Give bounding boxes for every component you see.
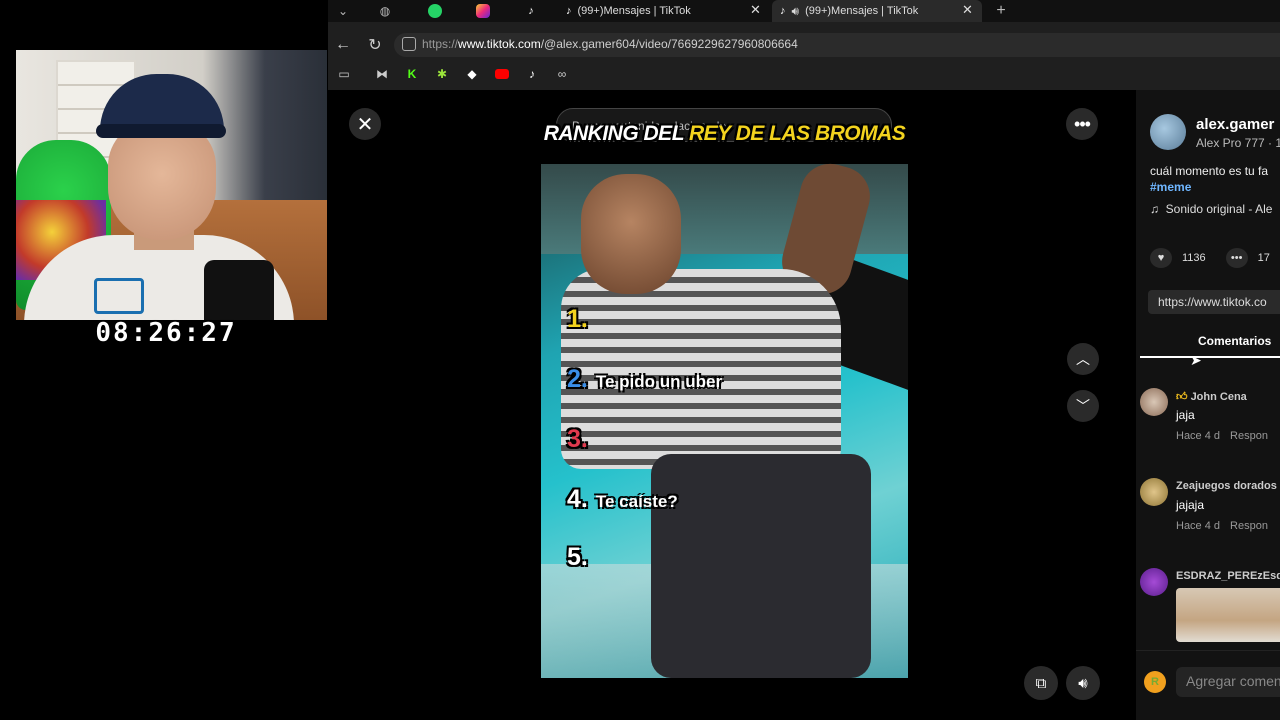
close-tab-icon[interactable]: ✕ — [962, 2, 973, 18]
video-description: cuál momento es tu fa — [1150, 164, 1269, 178]
url-text: https://www.tiktok.com/@alex.gamer604/vi… — [422, 37, 798, 51]
close-icon[interactable]: ✕ — [349, 108, 381, 140]
avatar[interactable] — [1150, 114, 1186, 150]
pinned-tab-tiktok[interactable]: ♪ — [522, 2, 540, 20]
tiktok-icon: ♪ — [780, 5, 786, 17]
bookmark-icon[interactable]: ✱ — [434, 66, 450, 82]
bookmark-icon[interactable]: ◆ — [464, 66, 480, 82]
bookmark-icon[interactable]: ▭ — [336, 66, 352, 82]
comments-count: 17 — [1257, 252, 1270, 264]
close-tab-icon[interactable]: ✕ — [750, 2, 761, 18]
globe-icon[interactable]: ◍ — [376, 2, 394, 20]
reload-icon[interactable]: ↻ — [365, 35, 385, 55]
add-comment-input[interactable]: Agregar comen — [1176, 667, 1280, 697]
tiktok-icon: ♪ — [566, 5, 572, 17]
browser-window: ⌄ ◍ ♪ ♪ (99+)Mensajes | TikTok ✕ ♪ 🔊︎ (9… — [328, 0, 1280, 720]
ranking-item: 5. — [567, 543, 588, 571]
bookmark-kick-icon[interactable]: K — [404, 66, 420, 82]
badge-icon: 👍︎ — [1176, 391, 1188, 403]
stream-timer: 08:26:27 — [95, 318, 237, 348]
next-video-icon[interactable]: ﹀ — [1067, 390, 1099, 422]
ranking-item: 2. Te pido un uber — [567, 365, 723, 393]
comment-text: jaja — [1176, 408, 1195, 422]
webcam-video — [16, 50, 327, 320]
volume-icon[interactable]: 🔊︎ — [1066, 666, 1100, 700]
more-options-icon[interactable]: ••• — [1066, 108, 1098, 140]
sound-link[interactable]: ♫ Sonido original - Ale — [1150, 202, 1272, 216]
avatar[interactable] — [1140, 388, 1168, 416]
previous-video-icon[interactable]: ︿ — [1067, 343, 1099, 375]
tab-tiktok-1[interactable]: ♪ (99+)Mensajes | TikTok — [558, 0, 768, 22]
avatar[interactable] — [1140, 568, 1168, 596]
new-tab-icon[interactable]: + — [992, 2, 1010, 20]
avatar[interactable] — [1140, 478, 1168, 506]
bookmark-icon[interactable]: ⧓ — [374, 66, 390, 82]
back-icon[interactable]: ← — [333, 35, 353, 55]
tab-comments[interactable]: Comentarios — [1198, 334, 1271, 348]
video-banner: RANKING DEL REY DE LAS BROMAS — [543, 122, 906, 145]
tab-tiktok-2[interactable]: ♪ 🔊︎ (99+)Mensajes | TikTok — [772, 0, 982, 22]
picture-in-picture-icon[interactable]: ⧉ — [1024, 666, 1058, 700]
speaker-icon[interactable]: 🔊︎ — [792, 4, 800, 19]
music-note-icon: ♫ — [1150, 202, 1159, 216]
comment-text: jajaja — [1176, 498, 1205, 512]
comment-author[interactable]: ESDRAZ_PEREzEsd — [1176, 570, 1280, 582]
comment-author: John Cena — [1190, 391, 1247, 403]
ranking-item: 4. Te caíste? — [567, 485, 678, 513]
mouse-cursor: ➤ — [1190, 352, 1202, 368]
video-frame — [541, 157, 908, 678]
comment-meta: Hace 4 d Respon — [1176, 430, 1268, 442]
bookmark-youtube-icon[interactable] — [494, 66, 510, 82]
streamer-face — [108, 120, 216, 240]
details-panel: alex.gamer Alex Pro 777 · 1 cuál momento… — [1136, 90, 1280, 720]
bookmark-tiktok-icon[interactable]: ♪ — [524, 66, 540, 82]
pinned-tab-instagram[interactable] — [474, 2, 492, 20]
avatar: R — [1144, 671, 1166, 693]
username[interactable]: alex.gamer — [1196, 116, 1274, 133]
screen: 08:26:27 ⌄ ◍ ♪ ♪ (99+)Mensajes | TikTok … — [0, 0, 1280, 720]
copy-link-field[interactable]: https://www.tiktok.co — [1148, 290, 1280, 314]
comment-image[interactable] — [1176, 588, 1280, 642]
reply-link[interactable]: Respon — [1230, 520, 1268, 532]
ranking-item: 1. — [567, 305, 588, 333]
video-player[interactable]: Busca contenido relacionado RANKING DEL … — [541, 92, 908, 718]
bookmarks-bar: ▭ ⧓ K ✱ ◆ ♪ ∞ — [328, 62, 1280, 86]
webcam-overlay: 08:26:27 — [0, 0, 328, 720]
ranking-item: 3. — [567, 425, 588, 453]
comment-author[interactable]: Zeajuegos dorados — [1176, 480, 1277, 492]
comment-icon[interactable]: ••• — [1225, 248, 1248, 268]
likes-count: 1136 — [1182, 252, 1206, 264]
comment-meta: Hace 4 d Respon — [1176, 520, 1268, 532]
tab-bar: ⌄ ◍ ♪ ♪ (99+)Mensajes | TikTok ✕ ♪ 🔊︎ (9… — [328, 0, 1280, 22]
nav-bar: ← ↻ https://www.tiktok.com/@alex.gamer60… — [328, 30, 1280, 60]
nickname: Alex Pro 777 · 1 — [1196, 136, 1280, 150]
microphone — [204, 260, 274, 320]
stats-row: ♥ 1136 ••• 17 — [1150, 248, 1270, 268]
bookmark-icon[interactable]: ∞ — [554, 66, 570, 82]
hashtag-link[interactable]: #meme — [1150, 180, 1191, 194]
tab-list-icon[interactable]: ⌄ — [334, 2, 352, 20]
heart-icon[interactable]: ♥ — [1150, 248, 1172, 268]
address-bar[interactable]: https://www.tiktok.com/@alex.gamer604/vi… — [394, 33, 1280, 57]
tab-underline — [1140, 356, 1280, 358]
site-info-icon[interactable] — [402, 37, 416, 51]
reply-link[interactable]: Respon — [1230, 430, 1268, 442]
tiktok-page: ✕ Busca contenido relacionado RANKING DE… — [328, 90, 1280, 720]
pinned-tab-whatsapp[interactable] — [426, 2, 444, 20]
comment-composer: R Agregar comen — [1136, 650, 1280, 720]
